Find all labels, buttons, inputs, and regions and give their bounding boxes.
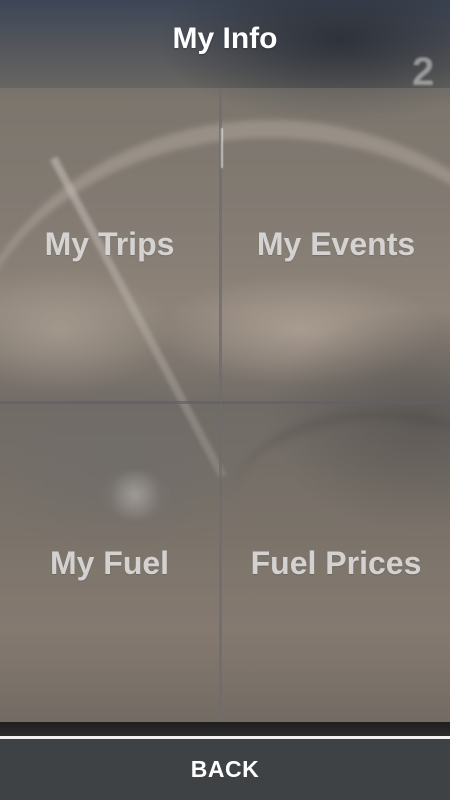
header-bar: My Info <box>0 0 450 86</box>
page-title: My Info <box>172 22 278 55</box>
my-fuel-label: My Fuel <box>49 544 170 581</box>
back-label: BACK <box>190 756 260 782</box>
my-events-tile[interactable]: My Events <box>222 88 450 404</box>
menu-grid: My Trips My Events My Fuel Fuel Prices <box>0 88 450 722</box>
divider-highlight <box>221 128 223 168</box>
my-events-label: My Events <box>256 226 416 262</box>
fuel-prices-tile[interactable]: Fuel Prices <box>222 404 450 722</box>
back-button[interactable]: BACK <box>0 739 450 800</box>
bottom-separator <box>0 722 450 736</box>
fuel-prices-label: Fuel Prices <box>250 544 422 581</box>
my-fuel-tile[interactable]: My Fuel <box>0 404 222 722</box>
my-trips-label: My Trips <box>44 226 175 262</box>
my-trips-tile[interactable]: My Trips <box>0 88 222 404</box>
screen: 2 My Info My Trips My Events My Fuel Fue… <box>0 0 450 800</box>
